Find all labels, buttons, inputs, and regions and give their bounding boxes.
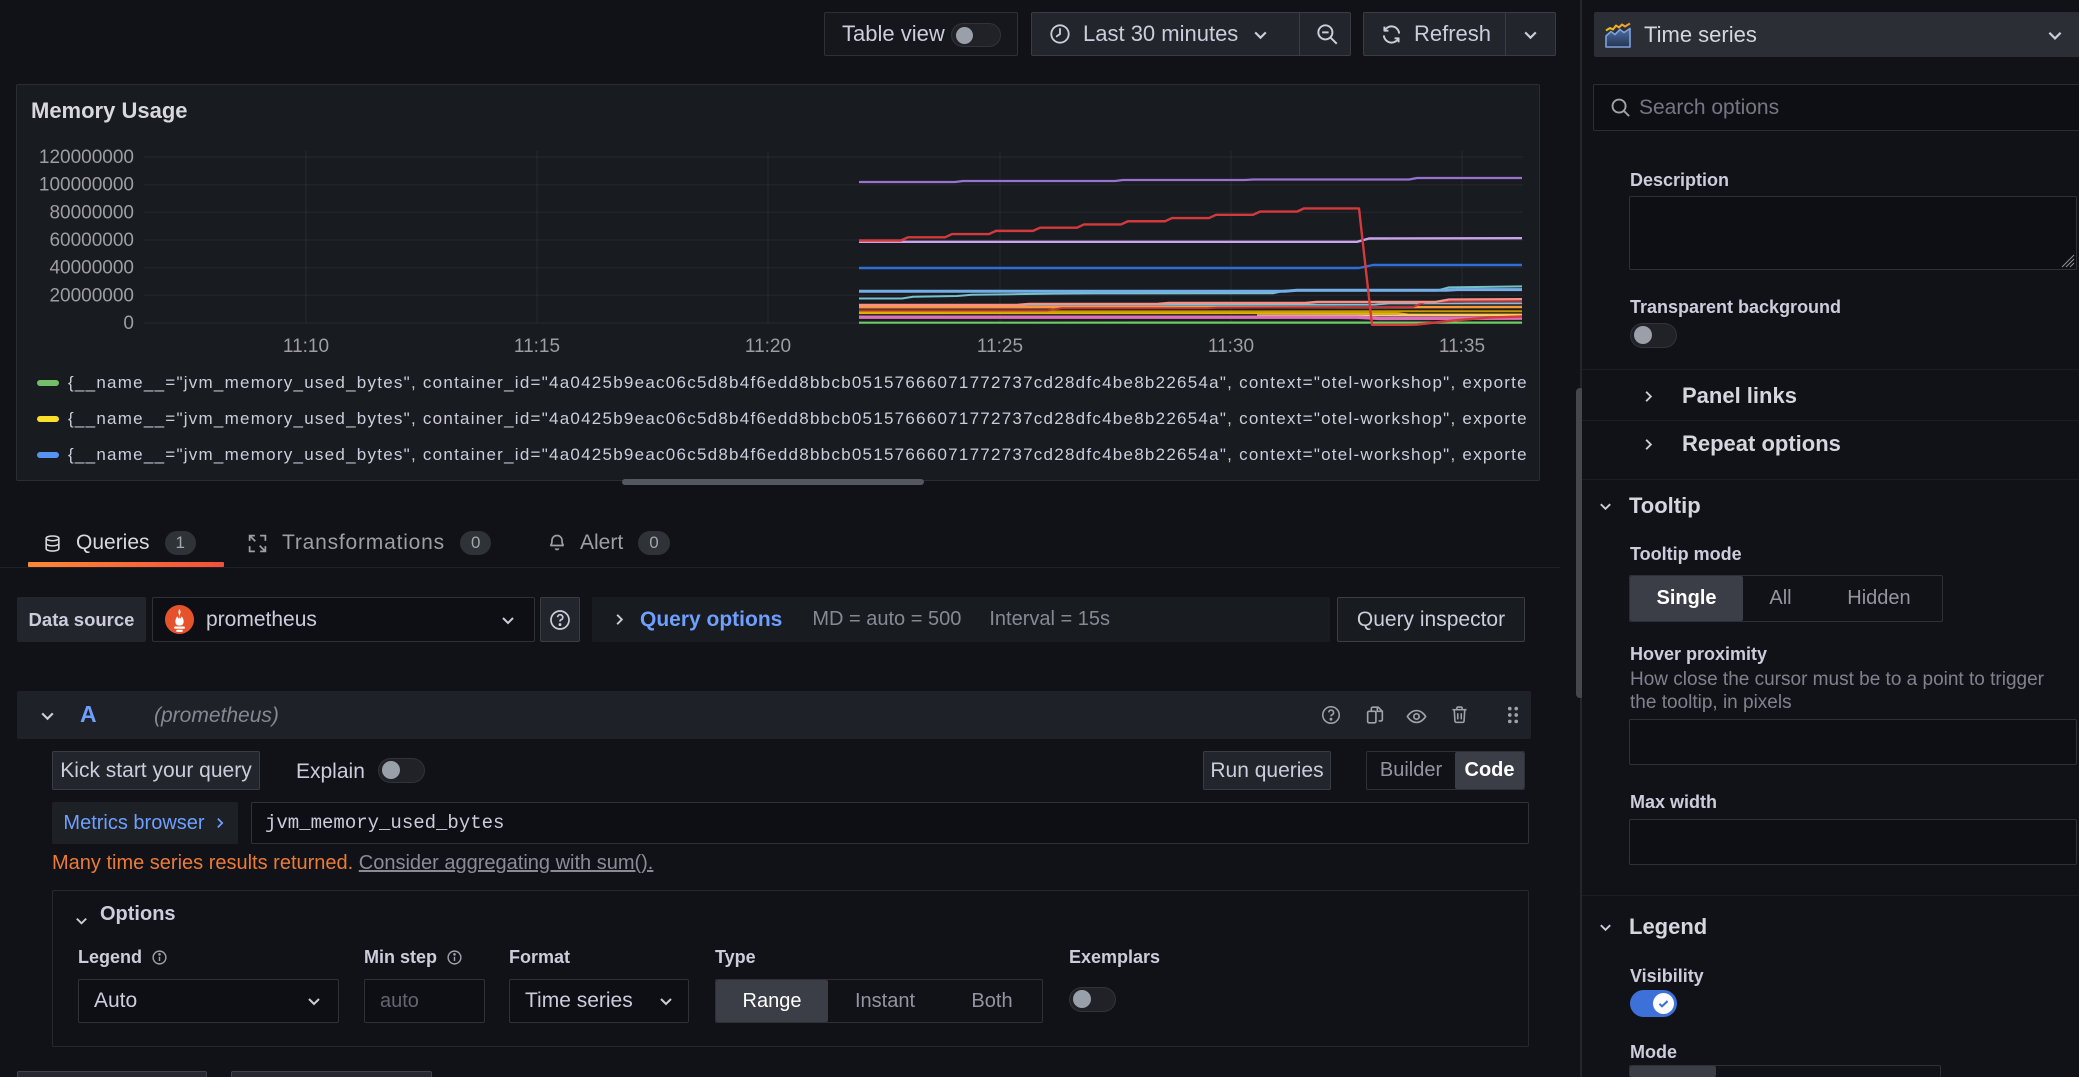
svg-text:40000000: 40000000 xyxy=(49,258,134,279)
svg-text:11:30: 11:30 xyxy=(1208,336,1254,357)
svg-text:11:25: 11:25 xyxy=(977,336,1023,357)
svg-text:100000000: 100000000 xyxy=(39,175,134,196)
svg-text:11:10: 11:10 xyxy=(283,336,329,357)
svg-text:120000000: 120000000 xyxy=(39,147,134,168)
svg-text:20000000: 20000000 xyxy=(49,285,134,306)
svg-text:60000000: 60000000 xyxy=(49,230,134,251)
svg-text:0: 0 xyxy=(123,313,134,334)
svg-text:11:35: 11:35 xyxy=(1439,336,1485,357)
svg-text:80000000: 80000000 xyxy=(49,202,134,223)
svg-text:11:20: 11:20 xyxy=(745,336,791,357)
svg-text:11:15: 11:15 xyxy=(514,336,560,357)
